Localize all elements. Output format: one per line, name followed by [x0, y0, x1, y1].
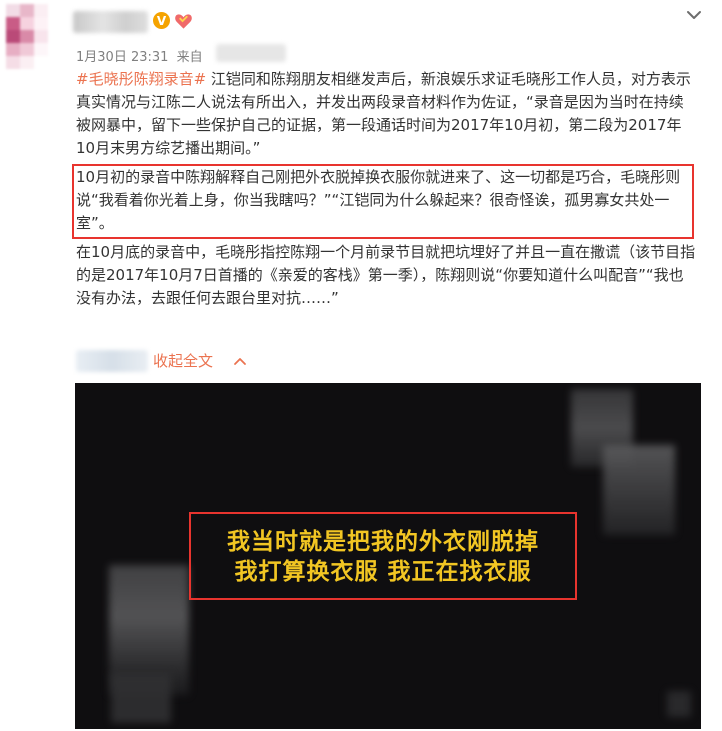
blurred-figure-right-lower [603, 445, 675, 535]
subtitle-line-2: 我打算换衣服 我正在找衣服 [234, 559, 532, 585]
blurred-figure-left-lower [111, 673, 171, 723]
highlight-box: 10月初的录音中陈翔解释自己刚把外衣脱掉换衣服你就进来了、这一切都是巧合，毛晓彤… [72, 164, 694, 239]
post-body: #毛晓彤陈翔录音# 江铠同和陈翔朋友相继发声后，新浪娱乐求证毛晓彤工作人员，对方… [72, 68, 698, 310]
club-icon [175, 14, 192, 29]
subtitle-highlight-box: 我当时就是把我的外衣刚脱掉 我打算换衣服 我正在找衣服 [189, 512, 577, 600]
post-meta: 1月30日 23:31 来自 [76, 46, 203, 65]
timestamp[interactable]: 1月30日 23:31 [76, 50, 168, 65]
verified-icon: V [153, 12, 170, 29]
avatar[interactable] [6, 4, 48, 70]
paragraph-1: #毛晓彤陈翔录音# 江铠同和陈翔朋友相继发声后，新浪娱乐求证毛晓彤工作人员，对方… [76, 68, 698, 160]
highlighted-paragraph: 10月初的录音中陈翔解释自己刚把外衣脱掉换衣服你就进来了、这一切都是巧合，毛晓彤… [76, 168, 681, 232]
subtitle-line-1: 我当时就是把我的外衣刚脱掉 [227, 529, 539, 555]
paragraph-3: 在10月底的录音中，毛晓彤指控陈翔一个月前录节目就把坑埋好了并且一直在撒谎（该节… [76, 243, 696, 307]
source-prefix: 来自 [176, 50, 203, 65]
blurred-spot-corner [667, 691, 691, 717]
source-link[interactable] [216, 44, 286, 62]
hashtag-link[interactable]: #毛晓彤陈翔录音# [76, 70, 206, 88]
chevron-down-icon[interactable] [685, 6, 703, 24]
chevron-up-icon[interactable] [233, 356, 247, 366]
video-frame[interactable]: 我当时就是把我的外衣刚脱掉 我打算换衣服 我正在找衣服 [75, 383, 701, 729]
collapse-button[interactable]: 收起全文 [153, 349, 213, 373]
blurred-link[interactable] [76, 350, 148, 372]
post-footer: 收起全文 [76, 349, 376, 373]
username[interactable] [73, 11, 148, 33]
